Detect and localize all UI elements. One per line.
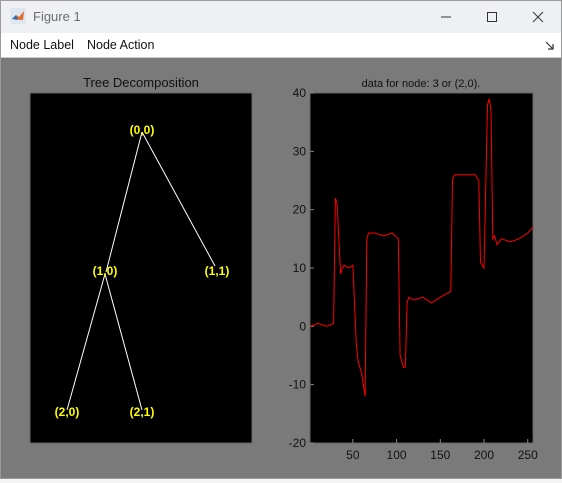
tree-axes: Tree Decomposition (0,0) (1,0) (1,1) (2,…	[29, 75, 253, 444]
minimize-button[interactable]	[423, 1, 469, 33]
x-tick-label: 50	[346, 448, 360, 462]
dock-arrow-icon[interactable]	[545, 41, 555, 51]
maximize-icon	[487, 12, 497, 22]
menu-node-action[interactable]: Node Action	[87, 38, 154, 52]
signal-title: data for node: 3 or (2,0).	[362, 78, 481, 90]
toolbar-strip	[166, 33, 561, 57]
tree-node[interactable]: (0,0)	[130, 123, 155, 137]
close-icon	[532, 11, 544, 23]
close-button[interactable]	[515, 1, 561, 33]
matlab-icon	[10, 8, 26, 24]
tree-node[interactable]: (2,0)	[55, 405, 80, 419]
figure-window: Figure 1 Node Label Node Action Tree Dec…	[0, 0, 562, 479]
x-tick-label: 200	[474, 448, 494, 462]
x-tick-label: 250	[518, 448, 538, 462]
figure-svg: Tree Decomposition (0,0) (1,0) (1,1) (2,…	[29, 75, 538, 462]
tree-node[interactable]: (2,1)	[130, 405, 155, 419]
menu-bar: Node Label Node Action	[1, 33, 561, 58]
y-tick-label: 30	[293, 144, 307, 158]
tree-node[interactable]: (1,1)	[205, 264, 230, 278]
y-tick-label: -10	[289, 378, 307, 392]
signal-axes: data for node: 3 or (2,0). -20 -10 0 10 20 30…	[289, 78, 538, 462]
y-tick-label: -20	[289, 436, 307, 450]
y-tick-label: 10	[293, 261, 307, 275]
figure-canvas: Tree Decomposition (0,0) (1,0) (1,1) (2,…	[1, 58, 561, 478]
maximize-button[interactable]	[469, 1, 515, 33]
signal-axes-box	[309, 92, 534, 444]
window-title: Figure 1	[33, 9, 81, 24]
title-bar[interactable]: Figure 1	[1, 1, 561, 33]
x-tick-label: 150	[430, 448, 450, 462]
x-tick-label: 100	[387, 448, 407, 462]
y-tick-label: 40	[293, 86, 307, 100]
tree-title: Tree Decomposition	[83, 75, 199, 90]
y-tick-label: 0	[299, 319, 306, 333]
tree-node[interactable]: (1,0)	[93, 264, 118, 278]
minimize-icon	[441, 16, 451, 18]
y-tick-label: 20	[293, 203, 307, 217]
menu-node-label[interactable]: Node Label	[10, 38, 74, 52]
